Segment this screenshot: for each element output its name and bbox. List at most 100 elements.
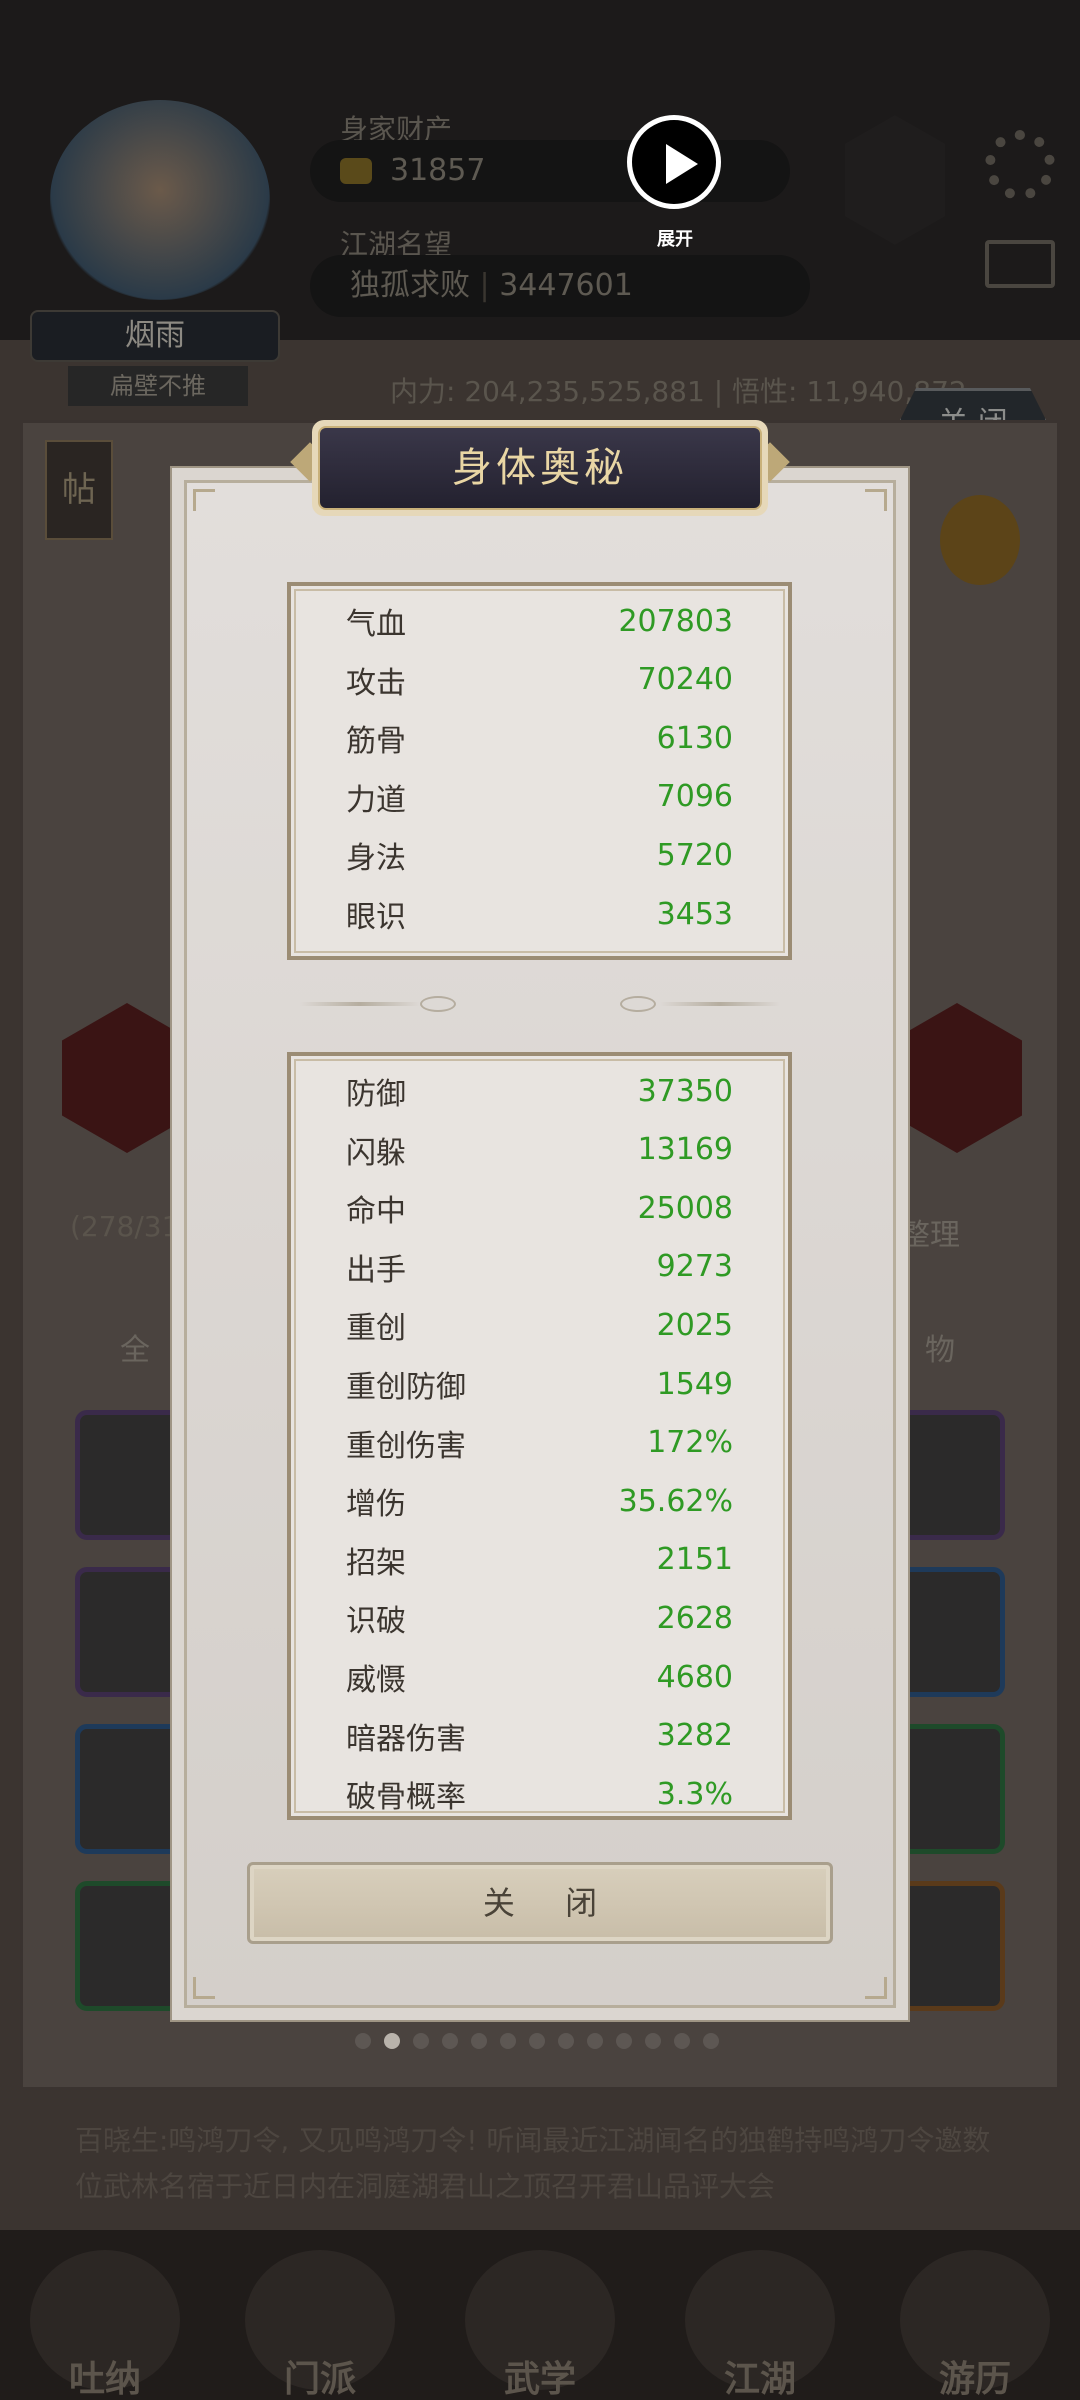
primary-stats-list: 气血 207803 攻击 70240 筋骨 6130 力道 7096 身法 5720 眼识 3453	[291, 586, 788, 956]
expand-label[interactable]: 展开	[640, 228, 710, 252]
stat-label: 重创防御	[346, 1370, 466, 1405]
nav-label: 吐纳	[68, 2359, 141, 2400]
stat-row: 招架 2151	[346, 1531, 733, 1589]
stat-value: 207803	[618, 603, 733, 639]
fame-value: 3447601	[499, 268, 633, 303]
stat-value: 3453	[656, 896, 733, 932]
stat-label: 暗器伤害	[346, 1721, 466, 1757]
page-dot[interactable]	[355, 2033, 371, 2049]
stat-value: 9273	[656, 1249, 733, 1285]
stat-row: 命中 25008	[346, 1179, 733, 1237]
secondary-stats-box[interactable]: 防御 37350 闪躲 13169 命中 25008 出手 9273 重创 2025 重创防御 154…	[287, 1052, 792, 1820]
play-icon	[666, 144, 698, 184]
corner-ornament	[865, 489, 887, 511]
stat-value: 2151	[656, 1542, 733, 1578]
stat-row: 身法 5720	[346, 826, 733, 884]
page-dot[interactable]	[442, 2033, 458, 2049]
corner-ornament	[193, 489, 215, 511]
stat-label: 出手	[346, 1252, 406, 1288]
stat-label: 重创	[346, 1311, 406, 1347]
divider-left	[300, 1002, 420, 1006]
stat-label: 防御	[346, 1077, 406, 1112]
stat-label: 增伤	[346, 1487, 406, 1523]
stat-row: 重创防御 1549	[346, 1355, 733, 1413]
stat-value: 7096	[656, 779, 733, 815]
page-dot[interactable]	[500, 2033, 516, 2049]
page-dot[interactable]	[384, 2033, 400, 2049]
stat-label: 眼识	[346, 900, 406, 935]
page-dot[interactable]	[645, 2033, 661, 2049]
fame-prefix: 独孤求败	[350, 268, 470, 303]
stat-value: 5720	[656, 837, 733, 873]
stat-value: 2025	[656, 1307, 733, 1343]
stat-row: 重创 2025	[346, 1296, 733, 1354]
primary-stats-box: 气血 207803 攻击 70240 筋骨 6130 力道 7096 身法 5720 眼识 3453	[287, 582, 792, 960]
stat-row: 眼识 3453	[346, 885, 733, 943]
corner-ornament	[865, 1977, 887, 1999]
filter-all-tab[interactable]: 全	[120, 1325, 150, 1369]
fame-box: 独孤求败 | 3447601	[310, 255, 810, 317]
stat-value: 70240	[637, 662, 733, 698]
page-dot[interactable]	[471, 2033, 487, 2049]
page-dot[interactable]	[529, 2033, 545, 2049]
mail-icon[interactable]	[985, 240, 1055, 288]
stat-label: 招架	[346, 1545, 406, 1581]
page-dot[interactable]	[703, 2033, 719, 2049]
coin-icon	[340, 158, 372, 184]
stat-label: 筋骨	[346, 724, 406, 760]
secondary-stats-list[interactable]: 防御 37350 闪躲 13169 命中 25008 出手 9273 重创 2025 重创防御 154…	[291, 1056, 788, 1816]
stat-value: 1549	[656, 1366, 733, 1402]
stat-label: 闪躲	[346, 1135, 406, 1171]
page-dot[interactable]	[616, 2033, 632, 2049]
wealth-value: 31857	[390, 153, 486, 188]
stat-row: 威慑 4680	[346, 1648, 733, 1706]
player-title: 扁壁不推	[68, 366, 248, 406]
stat-row: 闪躲 13169	[346, 1121, 733, 1179]
nav-label: 门派	[283, 2359, 356, 2400]
stat-label: 破骨概率	[346, 1780, 466, 1816]
page-dot[interactable]	[587, 2033, 603, 2049]
player-name: 烟雨	[30, 310, 280, 362]
corner-ornament	[193, 1977, 215, 1999]
stat-value: 3282	[656, 1718, 733, 1754]
forbidden-seal-icon[interactable]	[940, 495, 1020, 585]
sidebar-tab-post[interactable]: 帖	[45, 440, 113, 540]
stat-label: 身法	[346, 841, 406, 877]
stat-value: 35.62%	[618, 1483, 733, 1519]
page-dot[interactable]	[674, 2033, 690, 2049]
stat-row: 识破 2628	[346, 1589, 733, 1647]
stat-label: 威慑	[346, 1663, 406, 1698]
divider-ornament	[420, 996, 456, 1012]
stat-value: 172%	[647, 1425, 733, 1461]
news-ticker: 百晓生:鸣鸿刀令, 又见鸣鸿刀令! 听闻最近江湖闻名的独鹤持鸣鸿刀令邀数位武林名…	[75, 2124, 991, 2203]
stat-value: 6130	[656, 720, 733, 756]
player-avatar[interactable]	[50, 100, 270, 300]
inventory-count: (278/31	[70, 1210, 180, 1243]
dialog-title-bar: 身体奥秘	[312, 420, 768, 516]
stat-value: 25008	[637, 1190, 733, 1226]
stat-row: 暗器伤害 3282	[346, 1707, 733, 1765]
stat-row: 筋骨 6130	[346, 709, 733, 767]
filter-items-tab[interactable]: 物	[925, 1325, 955, 1369]
nav-label: 武学	[503, 2359, 576, 2400]
gear-icon[interactable]	[985, 130, 1055, 200]
dialog-close-button[interactable]: 关 闭	[247, 1862, 833, 1944]
stat-label: 重创伤害	[346, 1428, 466, 1464]
stat-value: 2628	[656, 1600, 733, 1636]
stat-label: 力道	[346, 782, 406, 818]
stat-row: 防御 37350	[346, 1062, 733, 1120]
stat-label: 气血	[346, 607, 406, 642]
nav-label: 游历	[938, 2359, 1011, 2400]
stat-row: 气血 207803	[346, 592, 733, 650]
stat-label: 识破	[346, 1604, 406, 1640]
divider-ornament	[620, 996, 656, 1012]
page-indicator	[355, 2033, 719, 2049]
stat-row: 增伤 35.62%	[346, 1472, 733, 1530]
stat-row: 攻击 70240	[346, 651, 733, 709]
page-dot[interactable]	[413, 2033, 429, 2049]
page-dot[interactable]	[558, 2033, 574, 2049]
play-button[interactable]	[627, 115, 721, 209]
stat-row: 出手 9273	[346, 1238, 733, 1296]
stat-row: 重创伤害 172%	[346, 1414, 733, 1472]
power-stats: 内力: 204,235,525,881 | 悟性: 11,940,872	[390, 375, 967, 408]
